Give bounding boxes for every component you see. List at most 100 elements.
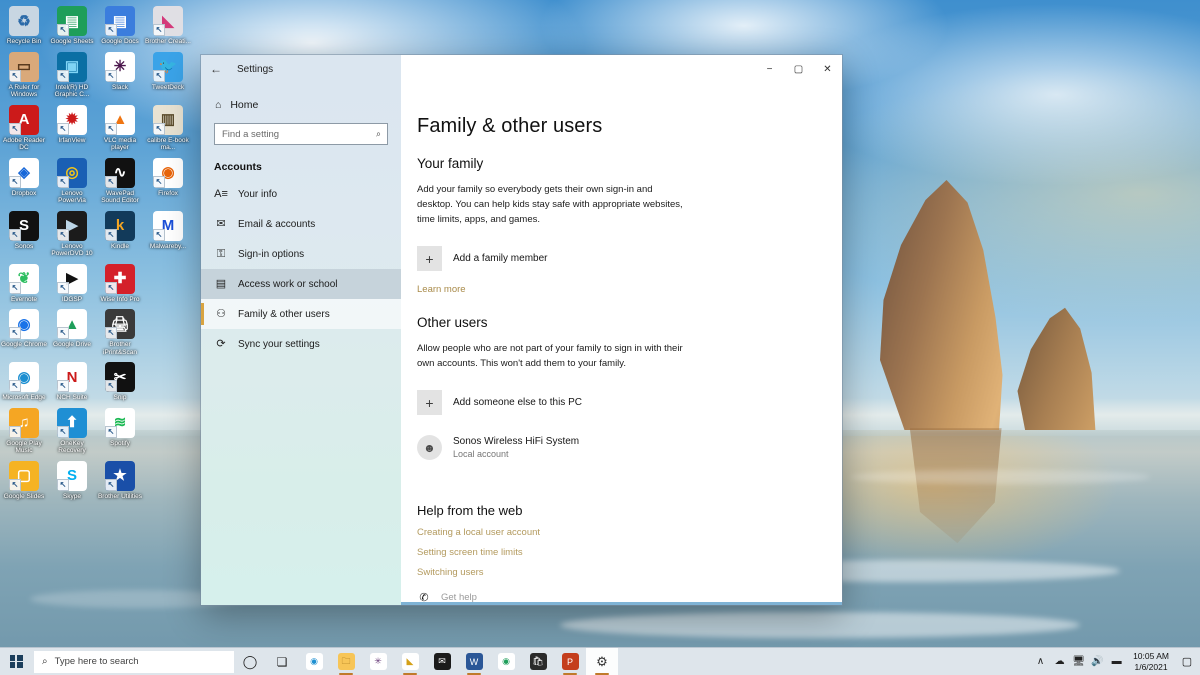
network-icon[interactable]: 🖥: [1069, 648, 1088, 675]
desktop-icon-wise-info-pro-icon[interactable]: ✚Wise Info Pro: [96, 260, 144, 306]
back-button[interactable]: ←: [201, 55, 231, 83]
taskbar-gear-button[interactable]: ⚙: [586, 648, 618, 675]
desktop-icon-adobe-reader-icon[interactable]: AAdobe Reader DC: [0, 101, 48, 154]
maximize-button[interactable]: ▢: [784, 55, 813, 83]
taskbar-microsoft-edge-button[interactable]: ◉: [298, 648, 330, 675]
taskbar-clock[interactable]: 10:05 AM 1/6/2021: [1126, 648, 1176, 675]
desktop-icon-malwarebytes-icon[interactable]: MMalwareby...: [144, 207, 192, 260]
desktop-icon-brother-utilities-icon[interactable]: ★Brother Utilities: [96, 457, 144, 503]
task-view-button[interactable]: ❏: [266, 648, 298, 675]
help-link[interactable]: Creating a local user account: [417, 527, 842, 538]
desktop-icon-google-sheets-icon[interactable]: ▤Google Sheets: [48, 2, 96, 48]
add-family-member-button[interactable]: + Add a family member: [417, 243, 717, 274]
desktop-icon-label: calibre E-book ma...: [145, 137, 191, 152]
taskbar-pinned-apps: ◉🗀✳◣✉W◉🛍P⚙: [298, 648, 618, 675]
window-titlebar[interactable]: ← Settings − ▢ ✕: [201, 55, 842, 83]
sidebar-item-access-work-or-school[interactable]: ▤ Access work or school: [201, 269, 401, 299]
taskbar-file-explorer-button[interactable]: 🗀: [330, 648, 362, 675]
learn-more-link[interactable]: Learn more: [417, 284, 466, 295]
onedrive-icon[interactable]: ☁: [1050, 648, 1069, 675]
desktop-icon-lenovo-powerdvd-icon[interactable]: ▶Lenovo PowerDVD 10: [48, 207, 96, 260]
sidebar-item-label: Access work or school: [238, 279, 337, 290]
desktop-icon-vlc-media-player-icon[interactable]: ▲VLC media player: [96, 101, 144, 154]
sidebar-item-family-other-users[interactable]: ⚇Family & other users: [201, 299, 401, 329]
search-box[interactable]: ⌕: [214, 123, 388, 145]
settings-content: Family & other users Your family Add you…: [401, 83, 842, 605]
sidebar-item-sign-in-options[interactable]: ⚿Sign-in options: [201, 239, 401, 269]
desktop-icon-recycle-bin-icon[interactable]: ♻Recycle Bin: [0, 2, 48, 48]
taskbar[interactable]: ⌕ Type here to search ◯ ❏ ◉🗀✳◣✉W◉🛍P⚙ ∧☁🖥…: [0, 647, 1200, 675]
sidebar-item-your-info[interactable]: A≡Your info: [201, 179, 401, 209]
desktop-icon-slack-icon[interactable]: ✳Slack: [96, 48, 144, 101]
volume-icon[interactable]: 🔊: [1088, 648, 1107, 675]
desktop-icon-media-player-shortcut-icon[interactable]: ▶IDGSP: [48, 260, 96, 306]
desktop-icon-google-chrome-icon[interactable]: ◉Google Chrome: [0, 305, 48, 358]
close-button[interactable]: ✕: [813, 55, 842, 83]
desktop-icon-empty-slot: [144, 358, 192, 404]
desktop-icon-tweetdeck-icon[interactable]: 🐦TweetDeck: [144, 48, 192, 101]
sidebar-item-sync-your-settings[interactable]: ⟳Sync your settings: [201, 329, 401, 359]
desktop-icon-brother-iprint-scan-icon[interactable]: 🖨Brother iPrint&Scan: [96, 305, 144, 358]
file-explorer-icon: 🗀: [338, 653, 355, 670]
desktop-icon-firefox-icon[interactable]: ◉Firefox: [144, 154, 192, 207]
desktop-icon-irfanview-icon[interactable]: ✹IrfanView: [48, 101, 96, 154]
a-ruler-for-windows-icon: ▭: [9, 52, 39, 82]
dropbox-icon: ◈: [9, 158, 39, 188]
user-account-type: Local account: [453, 448, 579, 460]
desktop-icon-lenovo-powervia-icon[interactable]: ◎Lenovo PowerVia: [48, 154, 96, 207]
slack-icon: ✳: [370, 653, 387, 670]
desktop-icon-kindle-icon[interactable]: kKindle: [96, 207, 144, 260]
desktop-icon-nch-suite-icon[interactable]: NNCH Suite: [48, 358, 96, 404]
show-hidden-icons[interactable]: ∧: [1031, 648, 1050, 675]
taskbar-search-box[interactable]: ⌕ Type here to search: [34, 651, 234, 673]
google-sheets-icon: ▤: [57, 6, 87, 36]
action-center-button[interactable]: ▢: [1176, 648, 1198, 675]
taskbar-mail-button[interactable]: ✉: [426, 648, 458, 675]
intel-hd-graphics-icon: ▣: [57, 52, 87, 82]
desktop-icon-label: Google Drive: [53, 341, 91, 349]
desktop-icon-calibre-icon[interactable]: ▥calibre E-book ma...: [144, 101, 192, 154]
desktop-icon-google-docs-icon[interactable]: ▤Google Docs: [96, 2, 144, 48]
help-link[interactable]: Switching users: [417, 567, 842, 578]
taskbar-word-button[interactable]: W: [458, 648, 490, 675]
taskbar-microsoft-store-button[interactable]: 🛍: [522, 648, 554, 675]
desktop-icon-google-play-music-icon[interactable]: ♫Google Play Music: [0, 404, 48, 457]
help-link[interactable]: Setting screen time limits: [417, 547, 842, 558]
start-button[interactable]: [0, 648, 32, 675]
skype-icon: S: [57, 461, 87, 491]
desktop-icon-intel-hd-graphics-icon[interactable]: ▣Intel(R) HD Graphic C...: [48, 48, 96, 101]
desktop-icon-sonos-icon[interactable]: SSonos: [0, 207, 48, 260]
sidebar-item-home[interactable]: ⌂ Home: [201, 93, 401, 117]
desktop-icon-a-ruler-for-windows-icon[interactable]: ▭A Ruler for Windows: [0, 48, 48, 101]
taskbar-powerpoint-button[interactable]: P: [554, 648, 586, 675]
desktop-icon-microsoft-edge-icon[interactable]: ◉Microsoft Edge: [0, 358, 48, 404]
settings-sidebar: ⌂ Home ⌕ Accounts A≡Your info✉Email & ac…: [201, 83, 401, 605]
recycle-bin-icon: ♻: [9, 6, 39, 36]
desktop-icon-snip-icon[interactable]: ✂Snip: [96, 358, 144, 404]
desktop-icon-google-drive-icon[interactable]: ▲Google Drive: [48, 305, 96, 358]
sidebar-item-email-accounts[interactable]: ✉Email & accounts: [201, 209, 401, 239]
brother-creative-center-icon: ◣: [153, 6, 183, 36]
battery-icon[interactable]: ▬: [1107, 648, 1126, 675]
desktop-icon-skype-icon[interactable]: SSkype: [48, 457, 96, 503]
desktop-icon-dropbox-icon[interactable]: ◈Dropbox: [0, 154, 48, 207]
taskbar-google-chrome-button[interactable]: ◉: [490, 648, 522, 675]
briefcase-icon: ▤: [214, 279, 228, 290]
desktop-icon-brother-creative-center-icon[interactable]: ◣Brother Creati...: [144, 2, 192, 48]
minimize-button[interactable]: −: [755, 55, 784, 83]
desktop[interactable]: ♻Recycle Bin▤Google Sheets▤Google Docs◣B…: [0, 0, 1200, 675]
search-icon[interactable]: ⌕: [376, 129, 381, 140]
desktop-icon-evernote-icon[interactable]: ❦Evernote: [0, 260, 48, 306]
user-account-row[interactable]: ☻Sonos Wireless HiFi SystemLocal account: [417, 432, 717, 463]
taskbar-slack-button[interactable]: ✳: [362, 648, 394, 675]
desktop-icon-google-slides-icon[interactable]: ▢Google Slides: [0, 457, 48, 503]
plus-icon: +: [417, 246, 442, 271]
desktop-icon-onekey-recovery-icon[interactable]: ⬆OneKey Recovery: [48, 404, 96, 457]
add-someone-else-button[interactable]: + Add someone else to this PC: [417, 387, 717, 418]
settings-window[interactable]: ← Settings − ▢ ✕ ⌂ Home: [201, 55, 842, 605]
desktop-icon-wavepad-sound-editor-icon[interactable]: ∿WavePad Sound Editor: [96, 154, 144, 207]
desktop-icon-spotify-icon[interactable]: ≋Spotify: [96, 404, 144, 457]
cortana-button[interactable]: ◯: [234, 648, 266, 675]
taskbar-adobe-reader-button[interactable]: ◣: [394, 648, 426, 675]
search-input[interactable]: [215, 129, 387, 140]
